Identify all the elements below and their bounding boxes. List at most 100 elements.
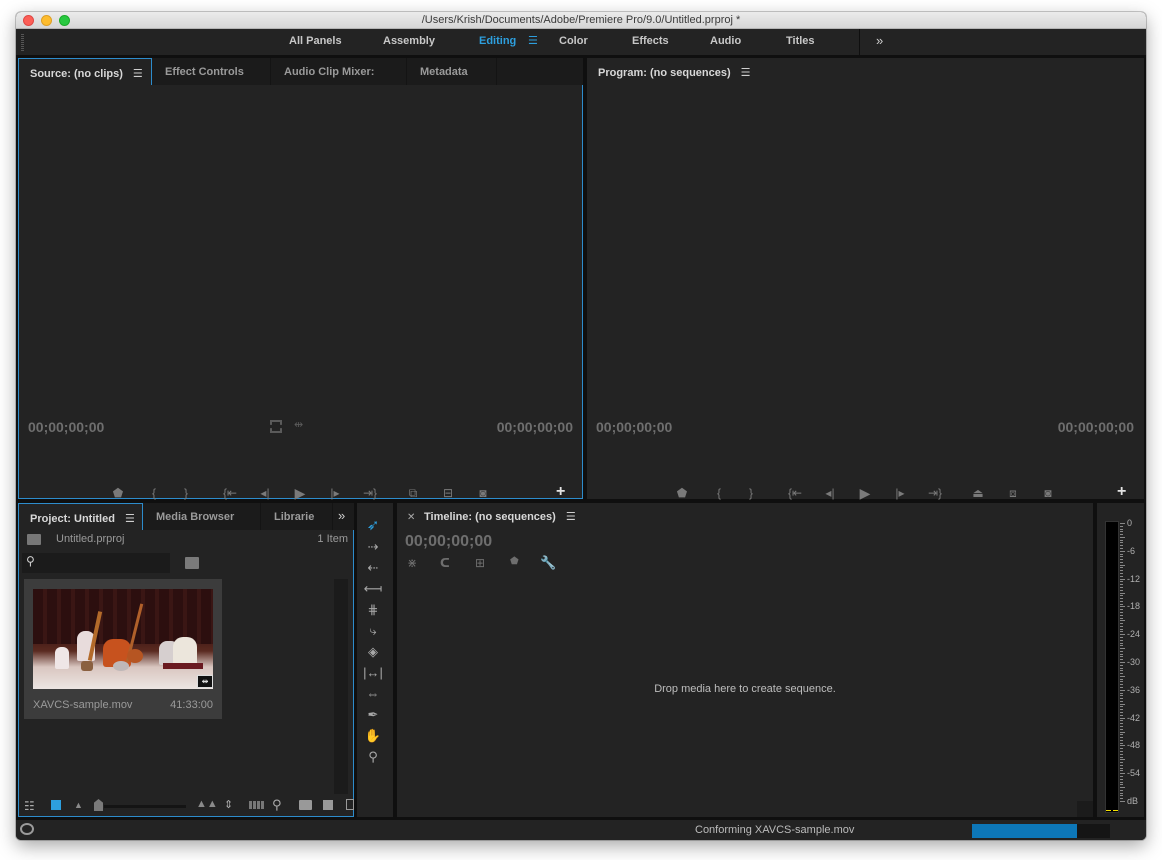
- step-back-icon[interactable]: ◂|: [257, 485, 273, 501]
- add-marker-tl-icon[interactable]: ⊞: [475, 556, 485, 570]
- panel-overflow-icon[interactable]: »: [338, 508, 345, 523]
- track-select-backward-tool-icon[interactable]: ⇠: [363, 559, 383, 577]
- tab-metadata[interactable]: Metadata: [407, 58, 497, 85]
- workspace-color[interactable]: Color: [559, 35, 588, 47]
- panel-menu-icon[interactable]: ☰: [125, 512, 135, 525]
- go-to-in-icon[interactable]: {⇤: [222, 485, 238, 501]
- meter-tick: [1120, 545, 1123, 547]
- thumbnail-zoom-slider-handle[interactable]: [94, 799, 103, 811]
- project-scrollbar[interactable]: [334, 579, 348, 794]
- timeline-timecode[interactable]: 00;00;00;00: [405, 533, 492, 551]
- rate-stretch-tool-icon[interactable]: ⤷: [363, 622, 383, 640]
- meter-tick: [1120, 650, 1123, 652]
- timeline-title[interactable]: Timeline: (no sequences) ☰: [424, 510, 576, 523]
- step-forward-icon[interactable]: |▸: [327, 485, 343, 501]
- razor-tool-icon[interactable]: ◈: [363, 643, 383, 661]
- panel-menu-icon[interactable]: ☰: [566, 510, 576, 523]
- project-search-field[interactable]: ⚲: [22, 553, 170, 573]
- panel-menu-icon[interactable]: ☰: [133, 67, 143, 80]
- mark-in-icon[interactable]: {: [146, 485, 162, 501]
- overwrite-icon[interactable]: ⊟: [440, 485, 456, 501]
- find-icon[interactable]: ⚲: [272, 797, 282, 813]
- insert-icon[interactable]: ⧉: [405, 485, 421, 501]
- sort-icons-icon[interactable]: ⇕: [224, 798, 233, 811]
- play-icon[interactable]: ▶: [292, 485, 308, 501]
- clip-thumbnail-card[interactable]: ⇹ XAVCS-sample.mov 41:33:00: [24, 579, 222, 719]
- meter-tick: [1120, 695, 1123, 697]
- find-folder-icon[interactable]: [185, 557, 199, 569]
- add-marker-icon[interactable]: ⬟: [110, 485, 126, 501]
- workspace-all-panels[interactable]: All Panels: [289, 35, 342, 47]
- button-editor-plus-icon[interactable]: +: [556, 483, 565, 501]
- tab-libraries[interactable]: Librarie: [261, 503, 333, 530]
- workspace-effects[interactable]: Effects: [632, 35, 669, 47]
- extract-icon[interactable]: ⧈: [1005, 485, 1021, 501]
- close-timeline-icon[interactable]: ✕: [407, 512, 415, 523]
- track-select-forward-tool-icon[interactable]: ⇢: [363, 538, 383, 556]
- project-path-row: Untitled.prproj 1 Item: [18, 530, 354, 550]
- workspace-overflow-icon[interactable]: »: [876, 33, 883, 48]
- ripple-edit-tool-icon[interactable]: ⟻: [363, 580, 383, 598]
- meter-tick: [1120, 775, 1123, 777]
- pen-tool-icon[interactable]: ✒: [363, 706, 383, 724]
- workspace-assembly[interactable]: Assembly: [383, 35, 435, 47]
- export-frame-icon[interactable]: ◙: [475, 485, 491, 501]
- panel-menu-icon[interactable]: ☰: [741, 66, 751, 79]
- tab-media-browser[interactable]: Media Browser: [143, 503, 261, 530]
- meter-tick: [1120, 573, 1123, 575]
- meter-tick: [1120, 720, 1123, 722]
- meter-tick: [1120, 681, 1123, 683]
- export-frame-icon[interactable]: ◙: [1040, 485, 1056, 501]
- snap-icon[interactable]: ⋇: [407, 556, 417, 570]
- zoom-out-mountain-icon[interactable]: ▲: [74, 800, 83, 810]
- go-to-out-icon[interactable]: ⇥}: [927, 485, 943, 501]
- meter-tick: [1120, 689, 1125, 691]
- drag-grip[interactable]: [21, 34, 24, 51]
- step-forward-icon[interactable]: |▸: [892, 485, 908, 501]
- zoom-in-mountain-icon[interactable]: ▲▲: [196, 798, 218, 810]
- linked-selection-icon[interactable]: ᑕ: [440, 556, 450, 570]
- mark-in-icon[interactable]: {: [711, 485, 727, 501]
- slide-tool-icon[interactable]: ⇔: [363, 685, 383, 703]
- tab-source[interactable]: Source: (no clips) ☰: [18, 58, 152, 85]
- mark-out-icon[interactable]: }: [178, 485, 194, 501]
- automate-to-sequence-icon[interactable]: [249, 801, 265, 809]
- workspace-audio[interactable]: Audio: [710, 35, 741, 47]
- play-icon[interactable]: ▶: [857, 485, 873, 501]
- icon-view-icon[interactable]: [51, 800, 61, 808]
- lift-icon[interactable]: ⏏: [970, 485, 986, 501]
- button-editor-plus-icon[interactable]: +: [1117, 483, 1126, 501]
- marker-icon[interactable]: ⬟: [510, 556, 519, 567]
- project-search-input[interactable]: [40, 555, 166, 571]
- wrench-settings-icon[interactable]: 🔧: [540, 555, 556, 571]
- add-marker-icon[interactable]: ⬟: [674, 485, 690, 501]
- thumbnail-zoom-slider[interactable]: [104, 805, 186, 808]
- mark-out-icon[interactable]: }: [743, 485, 759, 501]
- slip-tool-icon[interactable]: |↔|: [363, 664, 383, 682]
- new-bin-icon[interactable]: [299, 800, 312, 810]
- step-back-icon[interactable]: ◂|: [822, 485, 838, 501]
- workspace-editing[interactable]: Editing: [479, 35, 516, 47]
- workspace-titles[interactable]: Titles: [786, 35, 815, 47]
- drag-video-only-icon[interactable]: [270, 420, 282, 433]
- creative-cloud-icon[interactable]: [20, 823, 34, 835]
- program-playhead-timecode[interactable]: 00;00;00;00: [596, 419, 672, 435]
- hand-tool-icon[interactable]: ✋: [363, 727, 383, 745]
- tab-project[interactable]: Project: Untitled ☰: [18, 503, 143, 530]
- trash-icon[interactable]: [346, 799, 354, 810]
- drag-audio-only-icon[interactable]: ⇹: [294, 418, 303, 431]
- new-item-icon[interactable]: [323, 800, 333, 810]
- tab-effect-controls[interactable]: Effect Controls: [152, 58, 271, 85]
- tab-audio-clip-mixer[interactable]: Audio Clip Mixer:: [271, 58, 407, 85]
- workspace-menu-icon[interactable]: ☰: [528, 34, 538, 47]
- go-to-out-icon[interactable]: ⇥}: [362, 485, 378, 501]
- list-view-icon[interactable]: ☷: [24, 799, 35, 813]
- tab-program[interactable]: Program: (no sequences) ☰: [587, 58, 767, 85]
- up-folder-icon[interactable]: [27, 534, 41, 545]
- program-panel: Program: (no sequences) ☰ 00;00;00;00 00;…: [587, 58, 1144, 501]
- go-to-in-icon[interactable]: {⇤: [787, 485, 803, 501]
- zoom-tool-icon[interactable]: ⚲: [363, 748, 383, 766]
- source-playhead-timecode[interactable]: 00;00;00;00: [28, 419, 104, 435]
- selection-tool-icon[interactable]: ➶: [363, 517, 383, 535]
- rolling-edit-tool-icon[interactable]: ⋕: [363, 601, 383, 619]
